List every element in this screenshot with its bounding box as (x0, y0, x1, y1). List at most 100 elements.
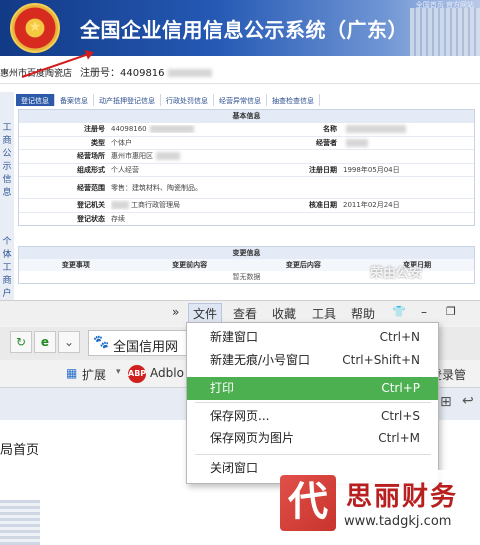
menu-item-shortcut: Ctrl+P (381, 381, 420, 395)
tab-registration[interactable]: 登记信息 (16, 94, 55, 106)
sidebar-char: 息 (2, 188, 12, 198)
col-after: 变更后内容 (285, 261, 321, 269)
adblock-button[interactable]: Adblo (150, 366, 184, 380)
scope-label: 经营范围 (77, 183, 105, 192)
menu-item-shortcut: Ctrl+N (379, 330, 420, 344)
menu-item-new-window[interactable]: 新建窗口 Ctrl+N (187, 326, 438, 349)
type-value: 个体户 (111, 138, 132, 147)
menu-item-label: 新建无痕/小号窗口 (210, 353, 311, 367)
tab-inspection[interactable]: 抽查检查信息 (267, 94, 320, 106)
name-label: 名称 (323, 125, 337, 134)
basic-info-header: 基本信息 (19, 110, 474, 122)
adblock-icon: ABP (128, 365, 146, 383)
approve-label: 核准日期 (309, 201, 337, 210)
menu-divider (195, 454, 431, 455)
redacted-blur (156, 152, 180, 161)
name-value (343, 125, 474, 134)
redacted-blur (346, 138, 368, 147)
refresh-icon[interactable]: ↻ (10, 331, 32, 353)
building-thumbnail (0, 500, 40, 545)
building-image (410, 8, 480, 56)
registration-number: 注册号：4409816 (80, 64, 212, 79)
operator-label: 经营者 (316, 138, 337, 147)
table-row: 登记状态 存续 (19, 211, 474, 226)
reg-date-label: 注册日期 (309, 165, 337, 174)
redacted-blur (149, 125, 194, 134)
change-info-header: 变更信息 (19, 247, 474, 259)
menu-help[interactable]: 帮助 (351, 305, 375, 322)
back-icon[interactable]: ↩ (462, 393, 474, 409)
shirt-skin-icon[interactable]: 👕 (392, 305, 406, 318)
address-text: 全国信用网 (113, 340, 179, 355)
table-row: 经营范围 零售：建筑材料、陶瓷制品。 (19, 176, 474, 198)
scope-value: 零售：建筑材料、陶瓷制品。 (111, 183, 202, 192)
new-tab-icon[interactable]: ⊞ (440, 394, 452, 410)
menu-divider (195, 402, 431, 403)
minimize-icon[interactable]: – (421, 305, 427, 319)
sidebar-char: 信 (2, 175, 12, 185)
paw-icon: 🐾 (93, 335, 110, 350)
info-tabs: 登记信息 备案信息 动产抵押登记信息 行政处罚信息 经营异常信息 抽查检查信息 (16, 94, 320, 106)
menu-item-print[interactable]: 打印 Ctrl+P (187, 377, 438, 400)
tab-chattel-mortgage[interactable]: 动产抵押登记信息 (94, 94, 161, 106)
sidebar-char: 示 (2, 162, 12, 172)
vertical-sidebar: 工 商 公 示 信 息 个 体 工 商 户 公 (0, 92, 14, 305)
col-before: 变更前内容 (172, 261, 208, 269)
website-screenshot: ★ 全国企业信用信息公示系统（广东） 全国首页 官方网站 惠州市百度陶瓷店 注册… (0, 0, 480, 305)
table-row: 注册号 44098160 名称 (19, 122, 474, 136)
operator-value (343, 138, 474, 147)
form-value: 个人经营 (111, 165, 139, 174)
sidebar-char: 工 (2, 123, 12, 133)
sidebar-char: 商 (2, 136, 12, 146)
brand-logo-icon: 代 (280, 475, 336, 531)
redacted-blur (167, 69, 212, 77)
reg-no-value: 44098160 (111, 125, 251, 134)
sidebar-char: 个 (2, 237, 12, 247)
authority-text: 工商行政管理局 (131, 201, 180, 210)
browser-e-icon[interactable]: e (34, 331, 56, 353)
menu-favorites[interactable]: 收藏 (272, 305, 296, 322)
tab-filing[interactable]: 备案信息 (55, 94, 94, 106)
menu-overflow-chevron[interactable]: » (172, 305, 179, 319)
menu-item-shortcut: Ctrl+Shift+N (342, 353, 420, 367)
menu-item-shortcut: Ctrl+M (378, 431, 420, 445)
extension-button[interactable]: 扩展 (82, 366, 106, 383)
reg-label: 注册号： (80, 68, 120, 79)
menu-item-new-incognito[interactable]: 新建无痕/小号窗口 Ctrl+Shift+N (187, 349, 438, 372)
menu-item-save-page[interactable]: 保存网页... Ctrl+S (187, 405, 438, 428)
menu-item-label: 打印 (210, 381, 235, 395)
top-links[interactable]: 全国首页 官方网站 (416, 0, 474, 10)
menu-item-label: 关闭窗口 (210, 461, 259, 475)
menu-item-label: 新建窗口 (210, 330, 259, 344)
authority-value: 工商行政管理局 (111, 200, 251, 210)
status-label: 登记状态 (77, 214, 105, 223)
table-row: 经营场所 惠州市惠阳区 (19, 149, 474, 163)
homepage-link[interactable]: 局首页 (0, 439, 39, 458)
table-row: 登记机关 工商行政管理局 核准日期 2011年02月24日 (19, 198, 474, 212)
status-value: 存续 (111, 214, 125, 223)
address-bar[interactable]: 🐾 全国信用网 (88, 330, 188, 356)
sidebar-char: 商 (2, 276, 12, 286)
brand-watermark: 代 思丽财务 www.tadgkj.com (280, 470, 480, 545)
restore-icon[interactable]: ❐ (446, 305, 456, 318)
chevron-down-icon[interactable]: ⌄ (58, 331, 80, 353)
menu-item-save-as-image[interactable]: 保存网页为图片 Ctrl+M (187, 427, 438, 450)
authority-label: 登记机关 (77, 201, 105, 210)
menu-view[interactable]: 查看 (233, 305, 257, 322)
tab-abnormal[interactable]: 经营异常信息 (214, 94, 267, 106)
basic-info-table: 基本信息 注册号 44098160 名称 类型 个体户 经营者 经营场所 惠州市… (18, 109, 475, 226)
type-label: 类型 (91, 138, 105, 147)
file-dropdown-menu: 新建窗口 Ctrl+N 新建无痕/小号窗口 Ctrl+Shift+N 打印 Ct… (186, 322, 439, 484)
chevron-down-icon[interactable]: ▾ (116, 367, 121, 377)
national-emblem-icon: ★ (10, 3, 60, 53)
tab-penalty[interactable]: 行政处罚信息 (161, 94, 214, 106)
brand-name: 思丽财务 (346, 482, 459, 512)
menu-file[interactable]: 文件 (188, 303, 223, 324)
site-banner: ★ 全国企业信用信息公示系统（广东） 全国首页 官方网站 (0, 0, 480, 56)
redacted-blur (111, 201, 129, 210)
address-text: 惠州市惠阳区 (111, 152, 153, 161)
redacted-blur (346, 125, 406, 134)
extension-icon: ▦ (66, 366, 78, 380)
menu-tools[interactable]: 工具 (312, 305, 336, 322)
menu-item-shortcut: Ctrl+S (380, 409, 420, 423)
